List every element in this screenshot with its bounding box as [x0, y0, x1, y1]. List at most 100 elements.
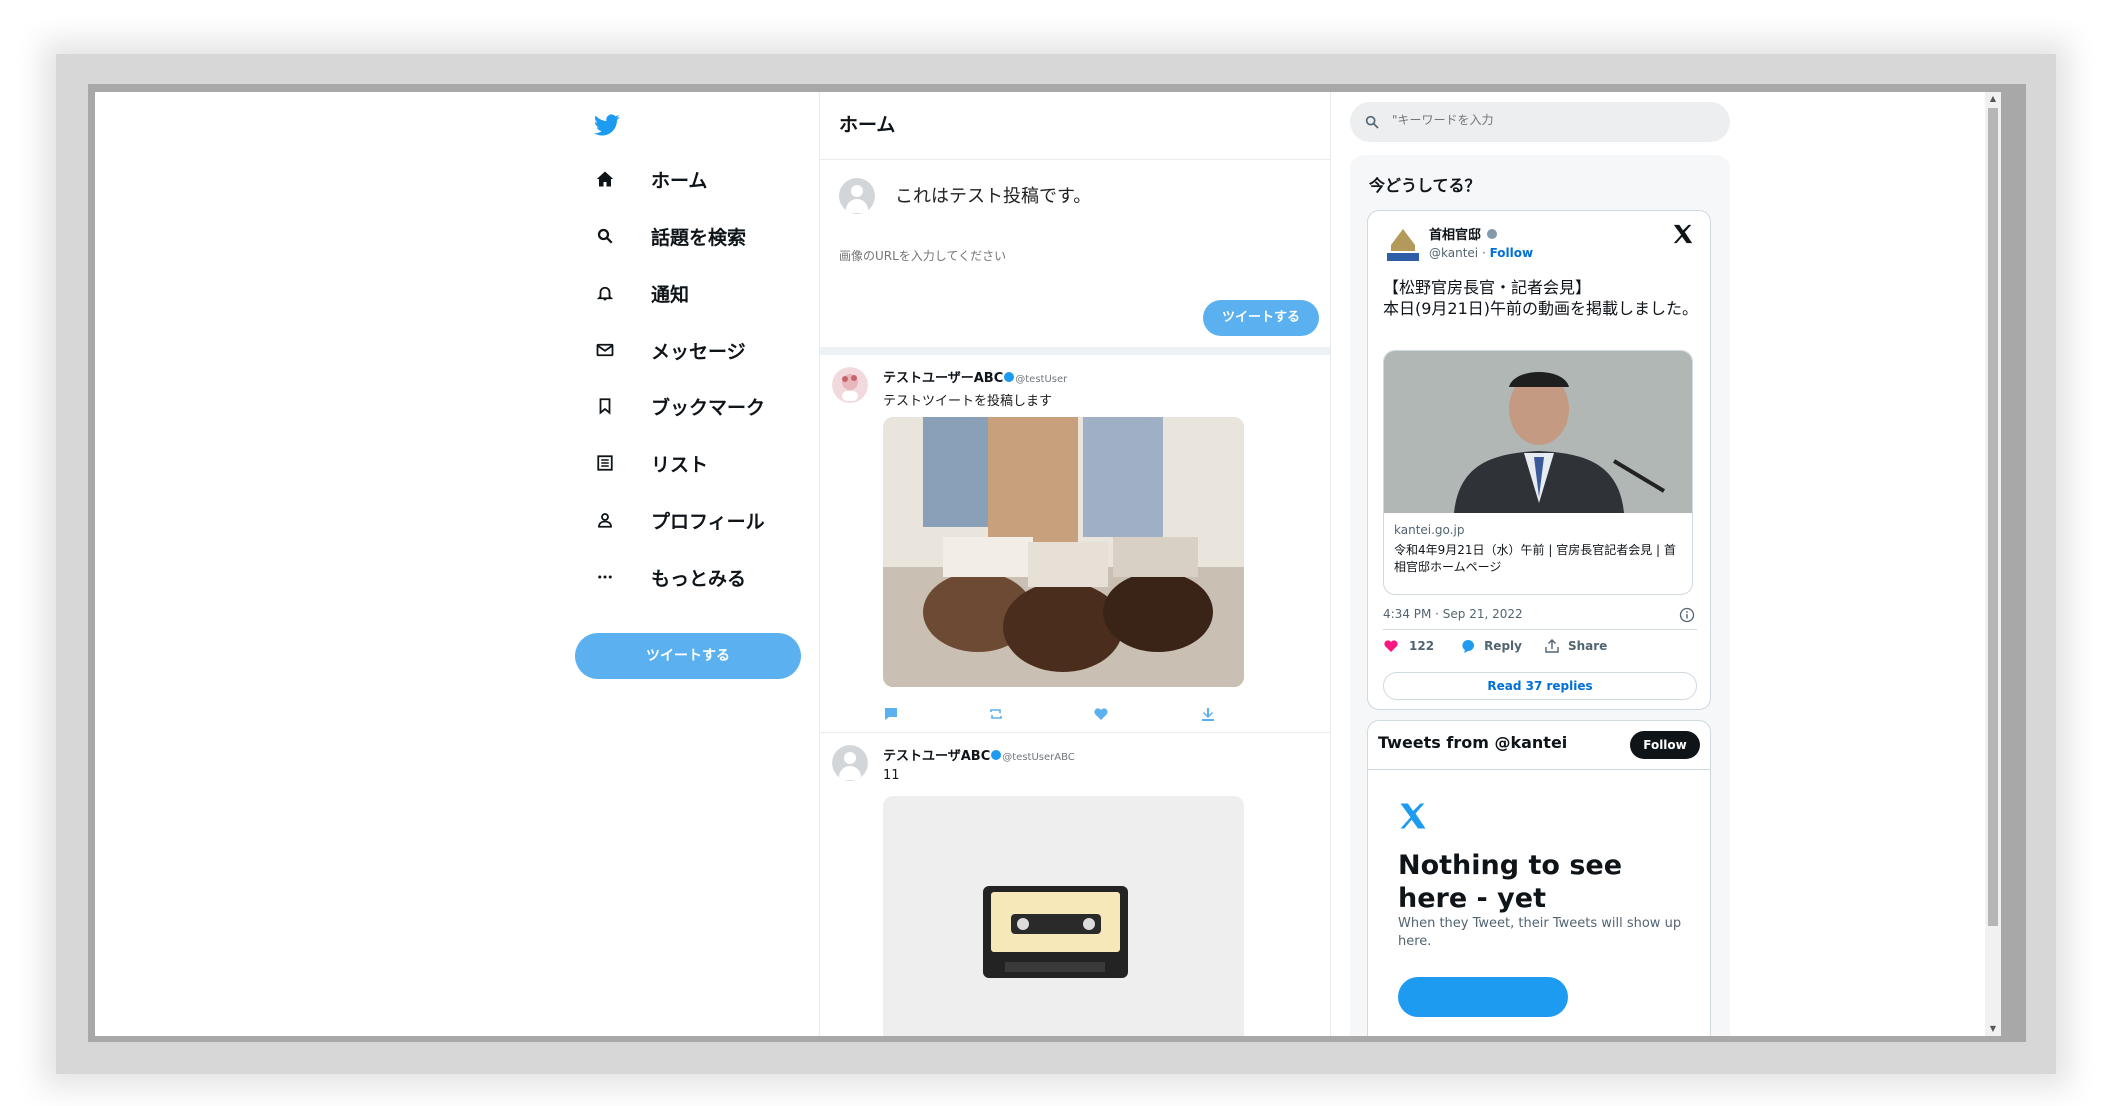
- sidebar-item-label: 通知: [651, 283, 690, 306]
- like-action[interactable]: 122: [1383, 638, 1434, 654]
- empty-state-button[interactable]: [1398, 977, 1568, 1017]
- search-input[interactable]: [1392, 113, 1692, 127]
- card-title: 令和4年9月21日（水）午前 | 官房長官記者会見 | 首相官邸ホームページ: [1394, 543, 1676, 574]
- heart-icon: [1384, 640, 1398, 652]
- follow-link[interactable]: Follow: [1490, 246, 1534, 260]
- embedded-timeline: Tweets from @kantei Follow Nothing to se…: [1367, 720, 1711, 1036]
- sidebar-item-label: プロフィール: [651, 510, 765, 533]
- info-icon[interactable]: [1679, 607, 1695, 623]
- embed-text-line: 【松野官房長官・記者会見】: [1383, 278, 1592, 297]
- scroll-up-arrow-icon[interactable]: ▲: [1985, 92, 2001, 106]
- follow-button[interactable]: Follow: [1630, 731, 1700, 759]
- card-domain: kantei.go.jp: [1394, 523, 1465, 537]
- sidebar-item-profile[interactable]: プロフィール: [593, 500, 765, 540]
- tweet-author[interactable]: テストユーザABC @testUserABC: [883, 745, 1075, 764]
- composer-textarea[interactable]: これはテスト投稿です。: [895, 182, 1091, 208]
- avatar[interactable]: [832, 367, 868, 403]
- read-replies-button[interactable]: Read 37 replies: [1383, 672, 1697, 700]
- sidebar-item-more[interactable]: もっとみる: [593, 557, 746, 597]
- sidebar-item-notifications[interactable]: 通知: [593, 273, 689, 313]
- sidebar-item-label: メッセージ: [651, 340, 746, 363]
- user-handle: @kantei: [1429, 246, 1479, 260]
- sidebar-nav: ホーム 話題を検索 通知 メッセージ ブックマーク リスト プロフィール もっと…: [480, 92, 820, 1036]
- empty-state-title: Nothing to see here - yet: [1398, 850, 1623, 914]
- display-name: テストユーザABC: [883, 749, 991, 764]
- tweet: テストユーザーABC @testUser テストツイートを投稿します: [820, 355, 1331, 733]
- embed-handle-row: @kantei · Follow: [1429, 246, 1534, 260]
- share-label: Share: [1567, 639, 1608, 653]
- verified-badge-icon: [1004, 372, 1015, 382]
- list-icon: [593, 451, 617, 475]
- trends-title: 今どうしてる？: [1369, 176, 1481, 195]
- trends-panel: 今どうしてる？ 首相官邸 @kantei · Follow 【松野官房長官・記者…: [1350, 155, 1730, 1036]
- embed-timestamp[interactable]: 4:34 PM · Sep 21, 2022: [1383, 607, 1523, 621]
- reply-label: Reply: [1484, 639, 1522, 653]
- sidebar-item-label: 話題を検索: [651, 226, 747, 249]
- embed-text-line: 本日(9月21日)午前の動画を掲載しました。: [1383, 299, 1699, 318]
- scrollbar[interactable]: ▲ ▼: [1985, 92, 2001, 1036]
- tweet-actions: [883, 706, 1328, 724]
- share-action[interactable]: Share: [1544, 638, 1607, 654]
- sidebar-item-label: リスト: [651, 453, 709, 476]
- sidebar-item-lists[interactable]: リスト: [593, 443, 708, 483]
- embed-actions: 122 Reply Share: [1383, 638, 1607, 654]
- browser-viewport: ホーム 話題を検索 通知 メッセージ ブックマーク リスト プロフィール もっと…: [95, 92, 2001, 1036]
- display-name: テストユーザーABC: [883, 371, 1004, 386]
- display-name: 首相官邸: [1429, 228, 1482, 243]
- avatar[interactable]: [832, 745, 868, 781]
- sidebar-item-home[interactable]: ホーム: [593, 159, 707, 199]
- image-url-input[interactable]: [839, 249, 1139, 263]
- retweet-icon[interactable]: [988, 706, 1004, 722]
- verified-badge-icon: [991, 750, 1002, 760]
- reply-action[interactable]: Reply: [1460, 638, 1522, 654]
- empty-state-body: When they Tweet, their Tweets will show …: [1398, 916, 1682, 949]
- user-handle: @testUser: [1015, 374, 1068, 385]
- search-box: [1350, 102, 1730, 142]
- bookmark-icon: [593, 394, 617, 418]
- main-timeline: ホーム これはテスト投稿です。 ツイートする テストユーザーABC @testUs…: [820, 92, 1331, 1036]
- more-dots-icon: [593, 565, 617, 589]
- bell-icon: [593, 281, 617, 305]
- home-icon: [593, 167, 617, 191]
- search-icon: [1365, 115, 1379, 129]
- twitter-bird-icon[interactable]: [593, 112, 621, 138]
- tweet: テストユーザABC @testUserABC 11: [820, 733, 1331, 1036]
- sidebar-item-label: ホーム: [651, 169, 708, 192]
- tweet-button[interactable]: ツイートする: [575, 633, 801, 679]
- tweet-composer: これはテスト投稿です。 ツイートする: [820, 160, 1330, 355]
- download-icon[interactable]: [1200, 706, 1216, 722]
- kantei-logo-icon[interactable]: [1383, 223, 1423, 263]
- envelope-icon: [593, 338, 617, 362]
- x-logo-icon[interactable]: [1672, 223, 1694, 245]
- embed-text: 【松野官房長官・記者会見】本日(9月21日)午前の動画を掲載しました。: [1383, 277, 1701, 319]
- like-count: 122: [1409, 639, 1435, 653]
- tweet-image[interactable]: [883, 796, 1244, 1036]
- share-icon: [1545, 639, 1559, 653]
- embed-author[interactable]: 首相官邸: [1429, 224, 1498, 243]
- timeline-title: Tweets from @kantei: [1378, 733, 1568, 752]
- search-icon: [593, 224, 617, 248]
- x-logo-icon: [1400, 803, 1426, 829]
- user-icon: [593, 508, 617, 532]
- composer-submit-button[interactable]: ツイートする: [1203, 300, 1319, 336]
- heart-icon[interactable]: [1093, 706, 1109, 722]
- sidebar-item-label: ブックマーク: [651, 396, 766, 419]
- tweet-author[interactable]: テストユーザーABC @testUser: [883, 367, 1067, 386]
- right-sidebar: 今どうしてる？ 首相官邸 @kantei · Follow 【松野官房長官・記者…: [1331, 92, 1771, 1036]
- user-handle: @testUserABC: [1002, 752, 1075, 763]
- reply-bubble-icon: [1462, 640, 1475, 653]
- tweet-text: テストツイートを投稿します: [883, 394, 1053, 409]
- verified-badge-icon: [1486, 229, 1497, 239]
- embedded-tweet: 首相官邸 @kantei · Follow 【松野官房長官・記者会見】本日(9月…: [1367, 210, 1711, 710]
- scroll-thumb[interactable]: [1988, 108, 1998, 926]
- page-title: ホーム: [820, 92, 1330, 160]
- scroll-down-arrow-icon[interactable]: ▼: [1985, 1022, 2001, 1036]
- tweet-image[interactable]: [883, 417, 1244, 687]
- card-image: [1384, 351, 1692, 513]
- link-card[interactable]: kantei.go.jp 令和4年9月21日（水）午前 | 官房長官記者会見 |…: [1383, 350, 1693, 595]
- comment-icon[interactable]: [883, 706, 899, 722]
- sidebar-item-messages[interactable]: メッセージ: [593, 330, 746, 370]
- avatar: [839, 178, 875, 214]
- sidebar-item-explore[interactable]: 話題を検索: [593, 216, 746, 256]
- sidebar-item-bookmarks[interactable]: ブックマーク: [593, 386, 765, 426]
